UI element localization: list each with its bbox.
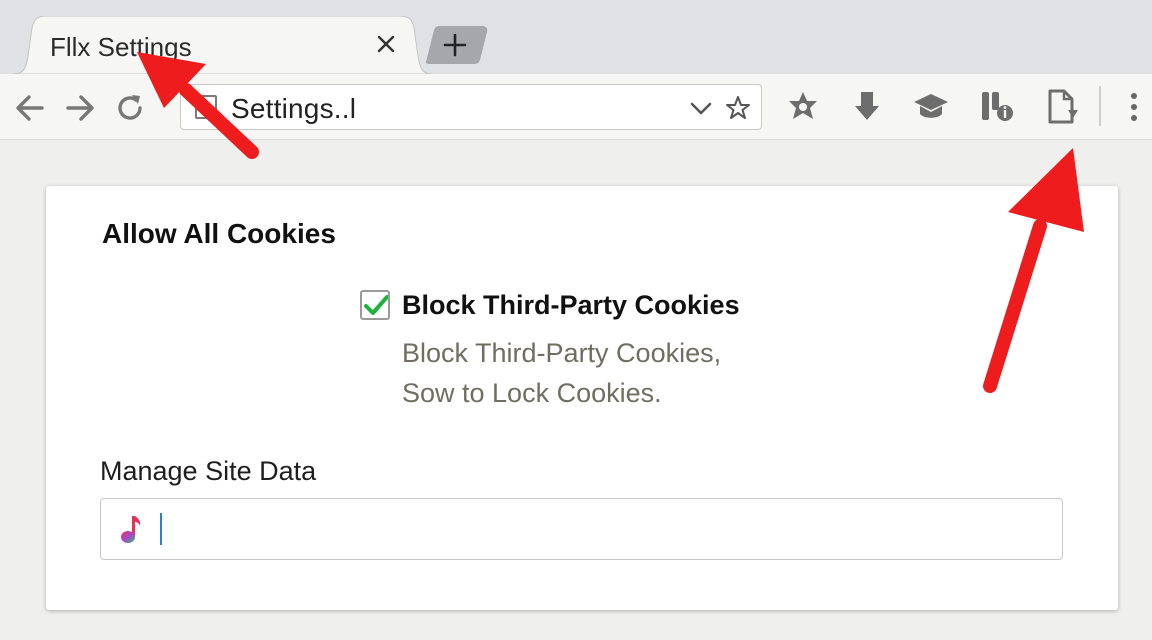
forward-arrow-icon[interactable] — [62, 90, 98, 126]
block-third-party-label[interactable]: Block Third-Party Cookies — [402, 290, 740, 321]
reload-icon[interactable] — [112, 90, 148, 126]
cookie-settings-card: Allow All Cookies Block Third-Party Cook… — [46, 186, 1118, 610]
bookmark-star-icon[interactable] — [725, 95, 751, 121]
description-line-2: Sow to Lock Cookies. — [402, 378, 662, 408]
tab-settings[interactable]: Fllx Settings — [14, 16, 432, 74]
toolbar-divider — [1099, 86, 1101, 126]
checkmark-icon — [364, 295, 388, 315]
page-icon — [195, 95, 217, 119]
address-bar[interactable]: Settings..l — [180, 84, 762, 130]
music-note-icon — [119, 513, 143, 545]
text-caret — [160, 513, 162, 545]
close-icon[interactable] — [374, 32, 398, 56]
manage-site-data-label: Manage Site Data — [100, 456, 317, 486]
star-badge-icon[interactable] — [784, 88, 822, 126]
graduation-cap-icon[interactable] — [912, 88, 950, 126]
block-third-party-description: Block Third-Party Cookies, Sow to Lock C… — [402, 333, 721, 413]
extension-info-icon[interactable] — [978, 88, 1016, 126]
site-data-input[interactable] — [100, 498, 1063, 560]
section-heading: Allow All Cookies — [102, 218, 336, 249]
new-tab-button[interactable] — [424, 26, 490, 64]
address-text[interactable]: Settings..l — [231, 93, 356, 125]
more-vertical-icon[interactable] — [1124, 90, 1144, 126]
download-icon[interactable] — [848, 88, 886, 126]
back-arrow-icon[interactable] — [12, 90, 48, 126]
description-line-1: Block Third-Party Cookies, — [402, 338, 722, 368]
tab-title: Fllx Settings — [50, 32, 192, 62]
chevron-down-icon[interactable] — [689, 97, 713, 119]
tab-strip: Fllx Settings — [0, 0, 1152, 74]
browser-toolbar: Settings..l — [0, 74, 1152, 140]
block-third-party-checkbox[interactable] — [360, 290, 390, 320]
document-download-icon[interactable] — [1044, 88, 1082, 126]
